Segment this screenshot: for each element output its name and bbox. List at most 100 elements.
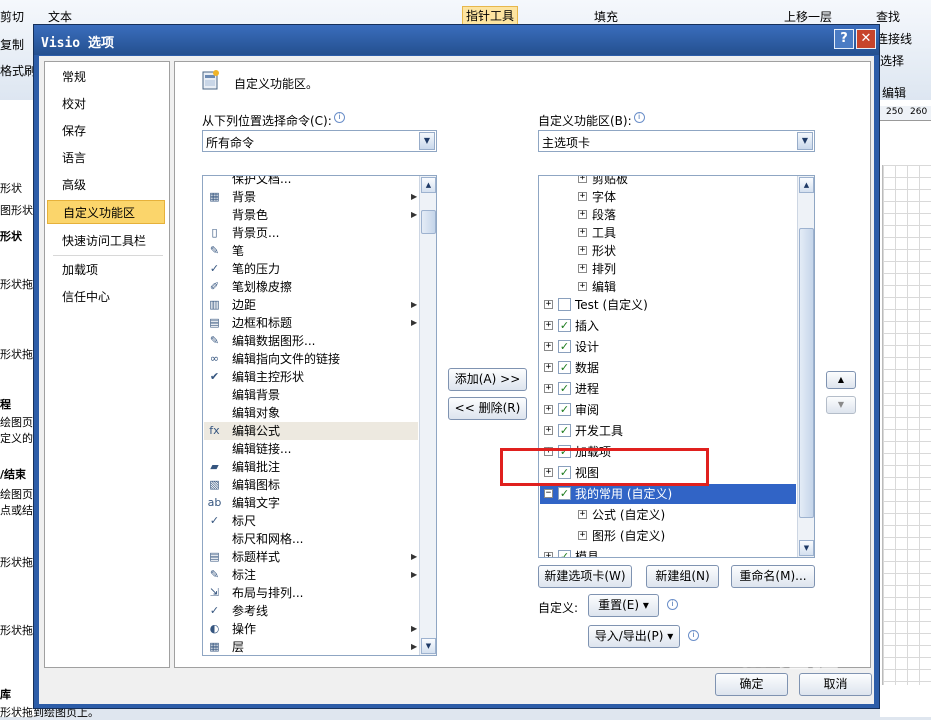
expand-icon[interactable]: + <box>544 447 553 456</box>
command-item[interactable]: ✓ 标尺 <box>204 512 418 530</box>
command-item[interactable]: 背景色 ▶ <box>204 206 418 224</box>
tab-checkbox[interactable]: ✓ <box>558 382 571 395</box>
expand-icon[interactable]: + <box>544 426 553 435</box>
command-item[interactable]: ▥ 边距 ▶ <box>204 296 418 314</box>
command-item[interactable]: ab 编辑文字 <box>204 494 418 512</box>
ribbon-tree-item[interactable]: + ✓ 模具 <box>540 547 796 557</box>
choose-commands-select[interactable]: 所有命令 ▼ <box>202 130 437 152</box>
ribbon-tree-item[interactable]: + ✓ 数据 <box>540 358 796 378</box>
ribbon-tree-item[interactable]: + ✓ 设计 <box>540 337 796 357</box>
tab-checkbox[interactable]: ✓ <box>558 340 571 353</box>
command-item[interactable]: ▯ 背景页... <box>204 224 418 242</box>
nav-item-add-ins[interactable]: 加载项 <box>47 258 165 282</box>
command-item[interactable]: ✐ 笔划橡皮擦 <box>204 278 418 296</box>
command-item[interactable]: ✎ 标注 ▶ <box>204 566 418 584</box>
ribbon-tree-item[interactable]: + ✓ 加载项 <box>540 442 796 462</box>
ribbon-tree-item[interactable]: + 字体 <box>540 187 796 207</box>
commands-list[interactable]: ▦ 层 ▶ ◐ 操作 ▶ ✓ 参考线 ⇲ 布局与排列... ✎ 标注 ▶ ▤ 标题样式 ▶ 标尺和网格... ✓ 标… <box>202 175 437 656</box>
command-item[interactable]: ✓ 参考线 <box>204 602 418 620</box>
command-item[interactable]: ▤ 标题样式 ▶ <box>204 548 418 566</box>
scroll-up-icon[interactable]: ▲ <box>799 177 814 193</box>
ribbon-tree-item[interactable]: − ✓ 我的常用 (自定义) <box>540 484 796 504</box>
expand-icon[interactable]: + <box>578 531 587 540</box>
tab-checkbox[interactable]: ✓ <box>558 319 571 332</box>
ribbon-tabs-select[interactable]: 主选项卡 ▼ <box>538 130 815 152</box>
close-button[interactable]: ✕ <box>856 29 876 49</box>
nav-item-quick-access[interactable]: 快速访问工具栏 <box>47 229 165 253</box>
ribbon-tree-item[interactable]: + ✓ 视图 <box>540 463 796 483</box>
scroll-down-icon[interactable]: ▼ <box>421 638 436 654</box>
nav-item-proofing[interactable]: 校对 <box>47 92 165 116</box>
tab-checkbox[interactable]: ✓ <box>558 361 571 374</box>
tab-checkbox[interactable] <box>558 298 571 311</box>
command-item[interactable]: 编辑链接... <box>204 440 418 458</box>
remove-button[interactable]: << 删除(R) <box>448 397 527 420</box>
collapse-icon[interactable]: − <box>544 489 553 498</box>
nav-item-advanced[interactable]: 高级 <box>47 173 165 197</box>
ribbon-tree-item[interactable]: + 形状 <box>540 241 796 261</box>
chevron-down-icon[interactable]: ▼ <box>797 132 813 150</box>
expand-icon[interactable]: + <box>544 384 553 393</box>
ribbon-tree[interactable]: + ✓ 模具 + 图形 (自定义) + 公式 (自定义) − ✓ 我的常用 (自定义) + ✓ 视图 + ✓… <box>538 175 815 558</box>
add-button[interactable]: 添加(A) >> <box>448 368 527 391</box>
expand-icon[interactable]: + <box>578 210 587 219</box>
command-item[interactable]: fx 编辑公式 <box>204 422 418 440</box>
scroll-thumb[interactable] <box>799 228 814 518</box>
command-item[interactable]: ▧ 编辑图标 <box>204 476 418 494</box>
nav-item-save[interactable]: 保存 <box>47 119 165 143</box>
ribbon-tree-item[interactable]: + 剪贴板 <box>540 176 796 189</box>
tab-checkbox[interactable]: ✓ <box>558 487 571 500</box>
expand-icon[interactable]: + <box>578 228 587 237</box>
rename-button[interactable]: 重命名(M)... <box>731 565 815 588</box>
command-item[interactable]: ▤ 边框和标题 ▶ <box>204 314 418 332</box>
scroll-down-icon[interactable]: ▼ <box>799 540 814 556</box>
expand-icon[interactable]: + <box>578 246 587 255</box>
command-item[interactable]: ◐ 操作 ▶ <box>204 620 418 638</box>
ribbon-tree-item[interactable]: + 排列 <box>540 259 796 279</box>
expand-icon[interactable]: + <box>578 192 587 201</box>
command-item[interactable]: ✔ 编辑主控形状 <box>204 368 418 386</box>
move-down-button[interactable]: ▼ <box>826 396 856 414</box>
command-item[interactable]: ⇲ 布局与排列... <box>204 584 418 602</box>
nav-item-language[interactable]: 语言 <box>47 146 165 170</box>
cancel-button[interactable]: 取消 <box>799 673 872 696</box>
expand-icon[interactable]: + <box>544 342 553 351</box>
ribbon-tree-item[interactable]: + ✓ 插入 <box>540 316 796 336</box>
command-item[interactable]: 保护文档... <box>204 176 418 188</box>
command-item[interactable]: ✎ 编辑数据图形... <box>204 332 418 350</box>
ribbon-tree-item[interactable]: + 公式 (自定义) <box>540 505 796 525</box>
ribbon-tree-item[interactable]: + 段落 <box>540 205 796 225</box>
scroll-up-icon[interactable]: ▲ <box>421 177 436 193</box>
expand-icon[interactable]: + <box>544 468 553 477</box>
command-item[interactable]: ▰ 编辑批注 <box>204 458 418 476</box>
new-group-button[interactable]: 新建组(N) <box>646 565 719 588</box>
command-item[interactable]: ✎ 笔 <box>204 242 418 260</box>
nav-item-trust-center[interactable]: 信任中心 <box>47 285 165 309</box>
chevron-down-icon[interactable]: ▼ <box>419 132 435 150</box>
tab-checkbox[interactable]: ✓ <box>558 424 571 437</box>
ok-button[interactable]: 确定 <box>715 673 788 696</box>
tree-scrollbar[interactable]: ▲ ▼ <box>797 176 814 557</box>
ribbon-tree-item[interactable]: + ✓ 进程 <box>540 379 796 399</box>
command-item[interactable]: ▦ 背景 ▶ <box>204 188 418 206</box>
tab-checkbox[interactable]: ✓ <box>558 550 571 557</box>
ribbon-tree-item[interactable]: + 工具 <box>540 223 796 243</box>
expand-icon[interactable]: + <box>578 176 587 183</box>
tab-checkbox[interactable]: ✓ <box>558 403 571 416</box>
new-tab-button[interactable]: 新建选项卡(W) <box>538 565 632 588</box>
help-button[interactable]: ? <box>834 29 854 49</box>
expand-icon[interactable]: + <box>578 264 587 273</box>
nav-item-customize-ribbon[interactable]: 自定义功能区 <box>47 200 165 224</box>
ribbon-tree-item[interactable]: + ✓ 开发工具 <box>540 421 796 441</box>
tab-checkbox[interactable]: ✓ <box>558 466 571 479</box>
expand-icon[interactable]: + <box>544 363 553 372</box>
expand-icon[interactable]: + <box>544 300 553 309</box>
command-item[interactable]: ∞ 编辑指向文件的链接 <box>204 350 418 368</box>
command-item[interactable]: 编辑对象 <box>204 404 418 422</box>
dialog-titlebar[interactable]: Visio 选项 ? ✕ <box>34 25 879 55</box>
tab-checkbox[interactable]: ✓ <box>558 445 571 458</box>
command-item[interactable]: 标尺和网格... <box>204 530 418 548</box>
expand-icon[interactable]: + <box>578 282 587 291</box>
command-item[interactable]: ▦ 层 ▶ <box>204 638 418 655</box>
expand-icon[interactable]: + <box>544 552 553 557</box>
